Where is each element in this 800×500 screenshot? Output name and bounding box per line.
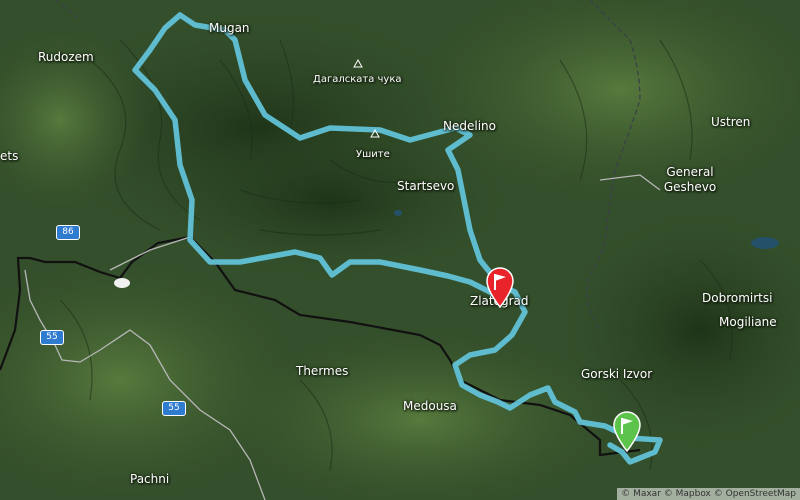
place-label: Mogiliane (719, 315, 777, 329)
place-label: Gorski Izvor (581, 367, 653, 381)
map-attribution[interactable]: © Maxar © Mapbox © OpenStreetMap (617, 488, 800, 500)
peak-label: Дагалската чука (313, 74, 402, 85)
place-label: Startsevo (397, 179, 455, 193)
peak-label: Ушите (356, 149, 390, 160)
start-flag-marker-icon[interactable] (484, 266, 516, 308)
road-shield: 55 (40, 330, 64, 345)
place-label: Mugan (209, 21, 250, 35)
place-label: Thermes (296, 364, 349, 378)
road-shield: 55 (162, 401, 186, 416)
place-label: Pachni (130, 472, 170, 486)
map-view[interactable]: Mugan Rudozem Nedelino Ustren General Ge… (0, 0, 800, 500)
place-label: ets (0, 149, 19, 163)
place-label: Nedelino (443, 119, 496, 133)
place-label: Ustren (711, 115, 751, 129)
place-label: General Geshevo (663, 165, 717, 194)
road-shield: 86 (56, 225, 80, 240)
finish-flag-marker-icon[interactable] (611, 410, 643, 452)
place-label: Dobromirtsi (702, 291, 773, 305)
place-label: Medousa (403, 399, 457, 413)
place-label: Rudozem (38, 50, 94, 64)
